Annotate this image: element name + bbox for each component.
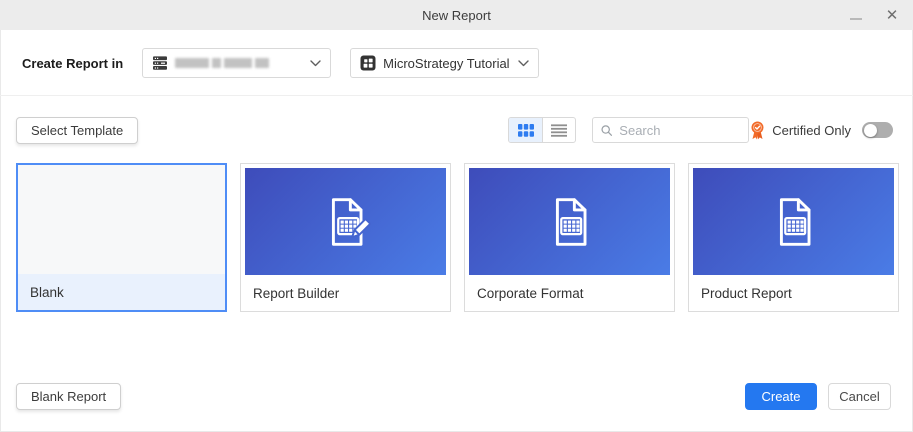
project-dropdown-value: MicroStrategy Tutorial (383, 55, 510, 71)
blank-thumbnail (18, 165, 225, 274)
project-dropdown[interactable]: MicroStrategy Tutorial (350, 48, 540, 78)
corporate-format-thumbnail (469, 168, 670, 275)
window-title: New Report (422, 7, 491, 23)
title-bar: New Report ✕ (0, 0, 913, 30)
grid-view-button[interactable] (509, 118, 542, 142)
template-card-label: Product Report (689, 275, 898, 311)
close-button[interactable]: ✕ (881, 4, 903, 26)
list-view-icon (551, 123, 567, 137)
cancel-button[interactable]: Cancel (828, 383, 891, 410)
list-view-button[interactable] (542, 118, 575, 142)
view-mode-toggle (508, 117, 576, 143)
search-icon (601, 124, 613, 136)
document-table-icon (779, 197, 810, 246)
template-card-corporate-format[interactable]: Corporate Format (464, 163, 675, 312)
minimize-button[interactable] (845, 4, 867, 26)
minimize-icon (850, 18, 862, 20)
product-report-thumbnail (693, 168, 894, 275)
select-template-button[interactable]: Select Template (16, 117, 139, 144)
blank-report-button[interactable]: Blank Report (16, 383, 122, 410)
template-card-label: Corporate Format (465, 275, 674, 311)
template-card-product-report[interactable]: Product Report (688, 163, 899, 312)
chevron-down-icon (518, 59, 529, 66)
create-button[interactable]: Create (745, 383, 817, 410)
certified-only-filter: Certified Only (750, 117, 893, 143)
chevron-down-icon (310, 59, 321, 66)
certified-ribbon-icon (751, 121, 764, 139)
toggle-knob (863, 123, 877, 137)
create-report-in-row: Create Report in MicroStrategy Tutorial (22, 48, 540, 78)
document-table-pencil-icon (331, 197, 371, 246)
project-grid-icon (360, 55, 376, 71)
certified-only-toggle[interactable] (862, 122, 893, 138)
search-box (592, 117, 749, 143)
server-dropdown[interactable] (142, 48, 332, 78)
redacted-server-name (175, 58, 270, 68)
template-card-blank[interactable]: Blank (16, 163, 227, 312)
window-controls: ✕ (845, 0, 903, 30)
template-card-report-builder[interactable]: Report Builder (240, 163, 451, 312)
server-icon (153, 56, 168, 70)
report-builder-thumbnail (245, 168, 446, 275)
template-card-label: Report Builder (241, 275, 450, 311)
create-report-in-label: Create Report in (22, 55, 124, 71)
document-table-icon (555, 197, 586, 246)
search-input[interactable] (619, 122, 740, 138)
section-divider (0, 95, 913, 96)
template-card-label: Blank (18, 274, 225, 310)
certified-only-label: Certified Only (772, 122, 851, 138)
grid-view-icon (517, 123, 534, 137)
